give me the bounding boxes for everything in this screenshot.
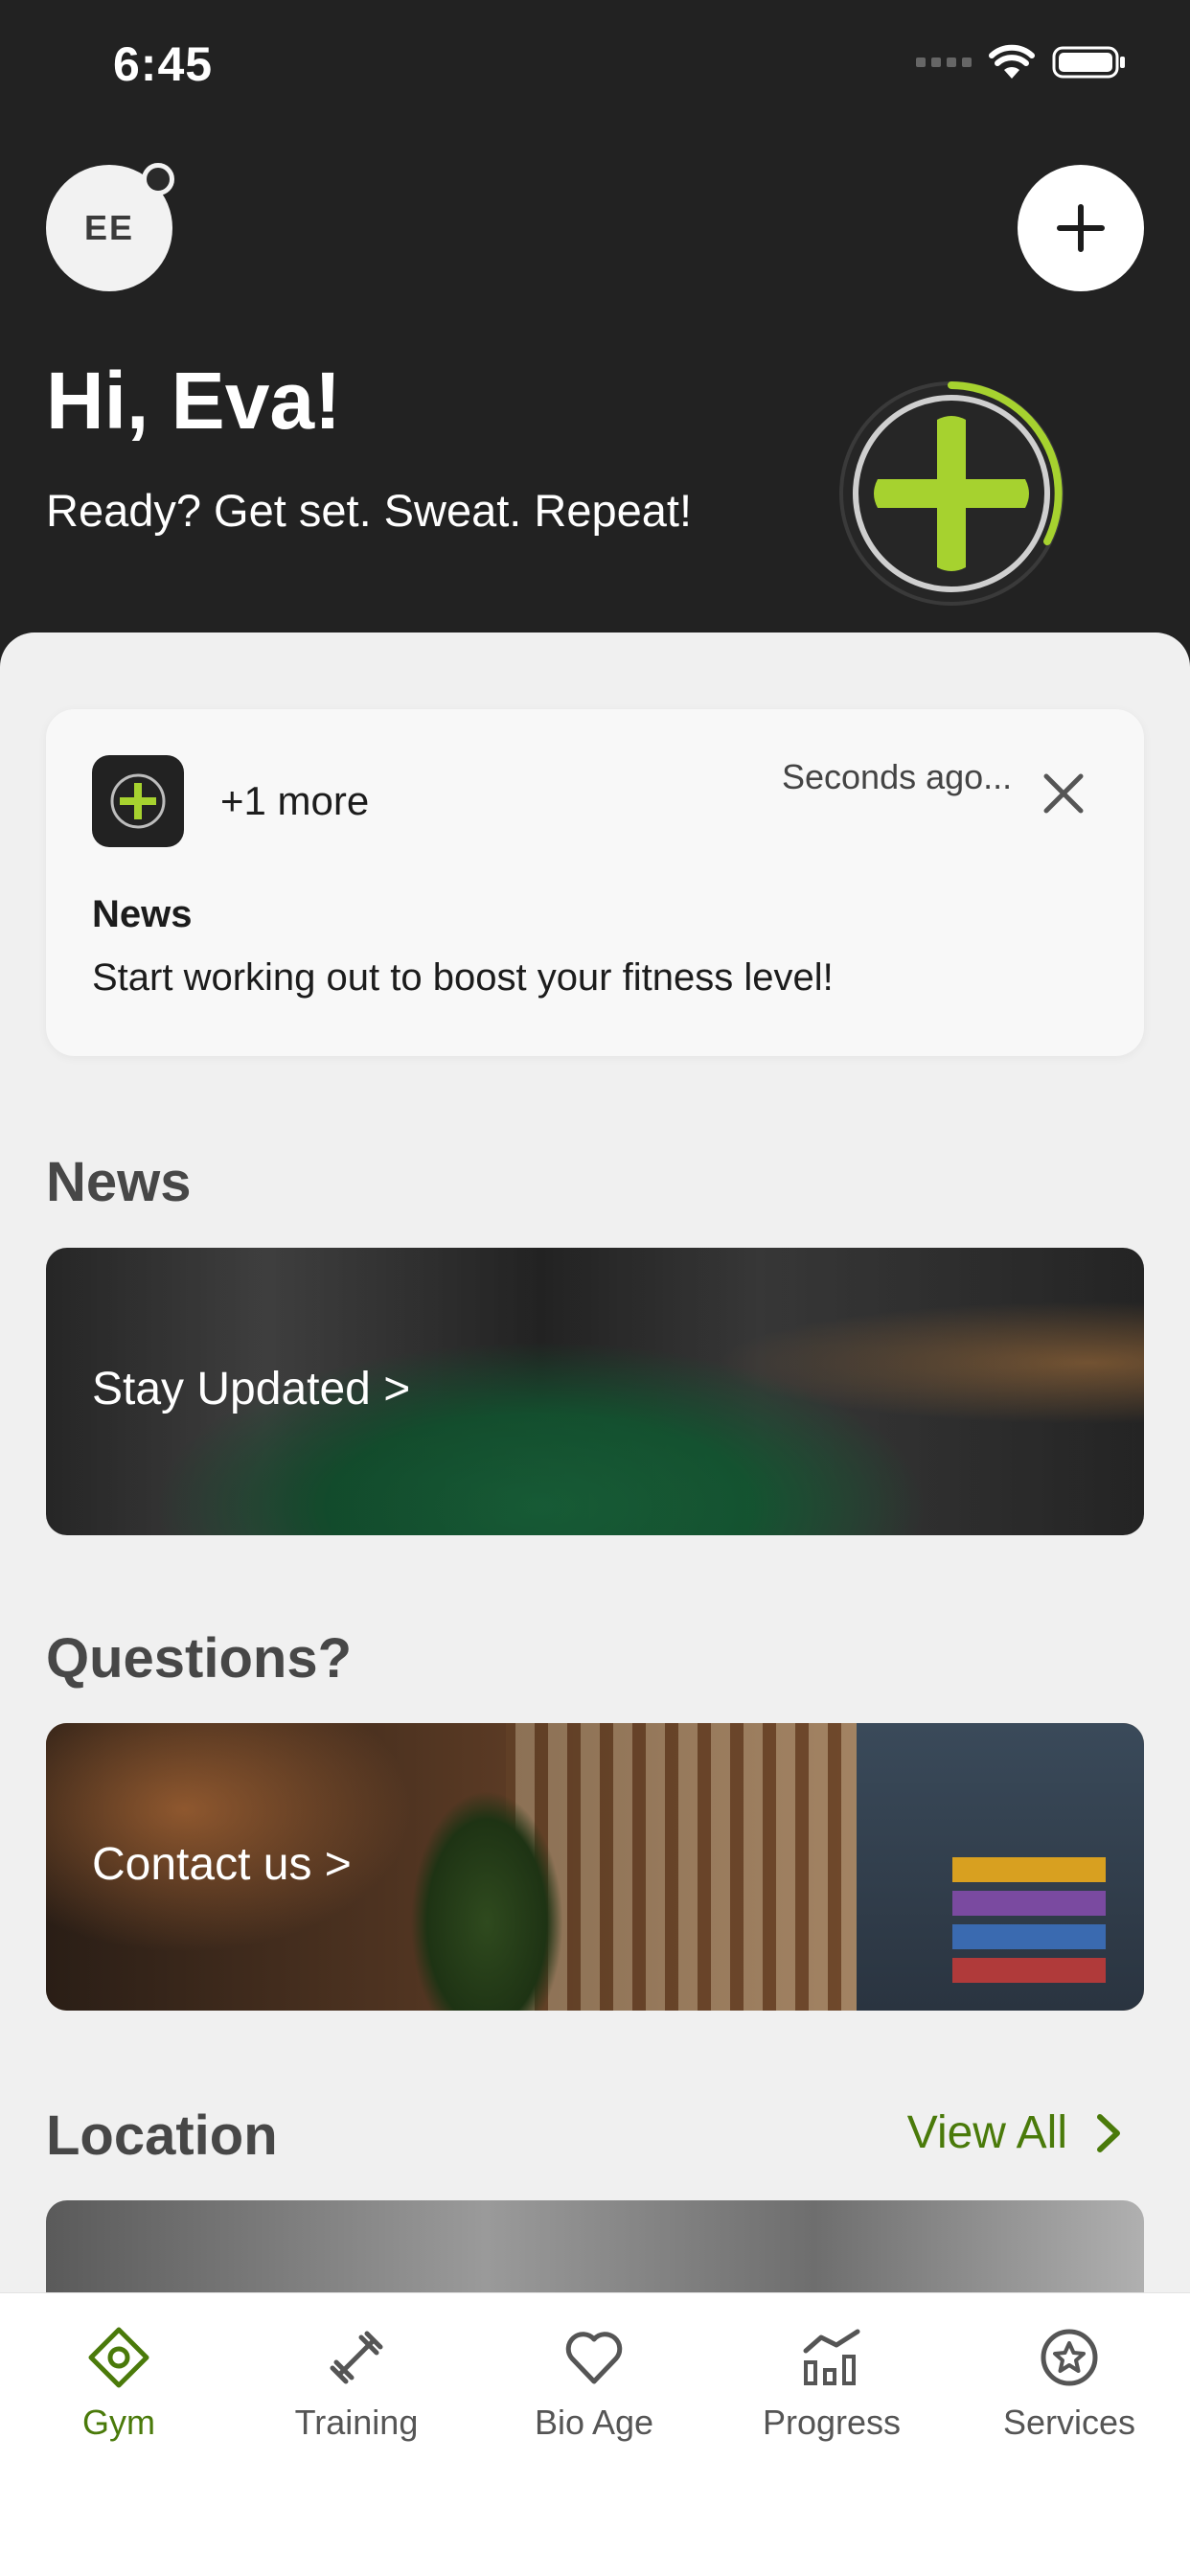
tab-gym-label: Gym [82, 2403, 155, 2442]
greeting: Hi, Eva! [46, 356, 342, 446]
questions-section-title: Questions? [46, 1627, 353, 1690]
tagline: Ready? Get set. Sweat. Repeat! [46, 485, 693, 536]
chevron-right-icon [1097, 2113, 1120, 2152]
app-icon [92, 755, 184, 847]
notification-title: News [92, 893, 193, 935]
signal-icon [916, 58, 972, 67]
tab-progress-label: Progress [762, 2403, 902, 2442]
tab-services[interactable]: Services [950, 2324, 1188, 2458]
tab-bar: Gym Training Bio Age Progress Services [0, 2292, 1190, 2576]
add-button[interactable] [1018, 165, 1144, 291]
view-all-link[interactable]: View All [907, 2106, 1123, 2159]
screen-image [857, 1723, 1144, 2011]
avatar-status-dot [142, 163, 174, 196]
tab-bio-age-label: Bio Age [534, 2403, 654, 2442]
brand-logo-icon [839, 381, 1064, 606]
battery-icon [1052, 46, 1125, 79]
notification-more: +1 more [220, 778, 370, 823]
plus-icon [1057, 204, 1105, 252]
tab-progress[interactable]: Progress [713, 2324, 950, 2458]
status-bar: 6:45 [0, 0, 1190, 134]
notification-card[interactable]: +1 more Seconds ago... News Start workin… [46, 709, 1144, 1056]
news-section-title: News [46, 1151, 192, 1213]
contact-card[interactable]: Contact us > [46, 1723, 1144, 2011]
chart-icon [803, 2329, 860, 2385]
brand-logo-icon [110, 773, 166, 829]
tab-training-label: Training [294, 2403, 419, 2442]
star-circle-icon [1041, 2329, 1098, 2386]
gym-icon [88, 2327, 149, 2388]
tab-bio-age[interactable]: Bio Age [475, 2324, 713, 2458]
status-icons [916, 44, 1127, 80]
wifi-icon [989, 44, 1035, 79]
news-card[interactable]: Stay Updated > [46, 1248, 1144, 1535]
notification-body: Start working out to boost your fitness … [92, 956, 834, 999]
contact-card-label: Contact us > [92, 1839, 352, 1890]
notification-time: Seconds ago... [782, 757, 1013, 796]
header: 6:45 EE Hi, Eva! Ready? Get set. Sweat. … [0, 0, 1190, 671]
news-card-label: Stay Updated > [92, 1364, 411, 1414]
dumbbell-icon [330, 2331, 383, 2384]
tab-training[interactable]: Training [238, 2324, 475, 2458]
close-icon[interactable] [1039, 769, 1088, 818]
tab-services-label: Services [1002, 2403, 1136, 2442]
location-section-title: Location [46, 2104, 278, 2167]
heart-icon [565, 2332, 623, 2384]
status-time: 6:45 [113, 37, 214, 91]
view-all-label: View All [906, 2107, 1067, 2158]
tab-gym[interactable]: Gym [0, 2324, 238, 2458]
